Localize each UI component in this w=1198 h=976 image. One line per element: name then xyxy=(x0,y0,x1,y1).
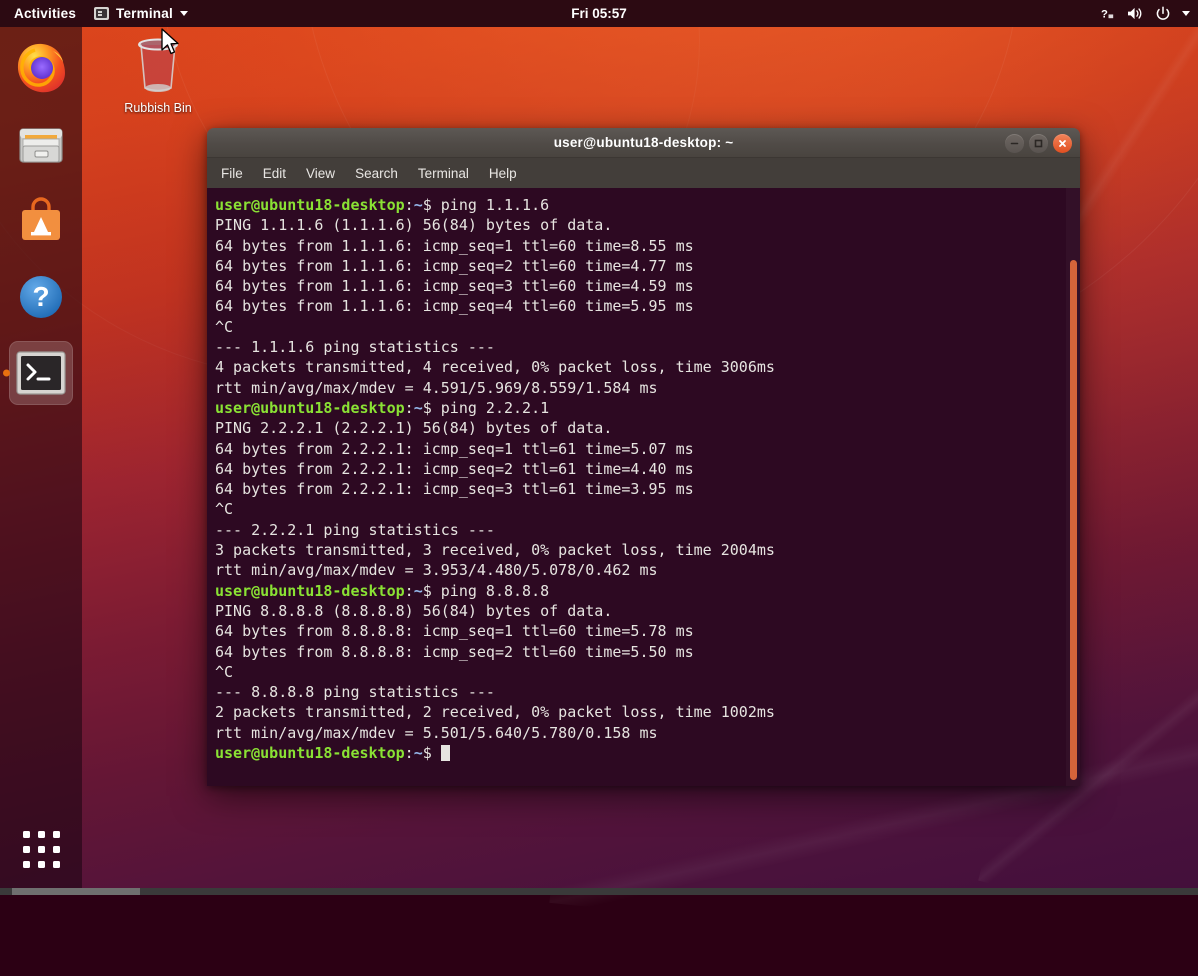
terminal-output-line: 64 bytes from 1.1.1.6: icmp_seq=3 ttl=60… xyxy=(215,276,1080,296)
bottom-strip-seg-2 xyxy=(140,888,1198,895)
terminal-output-line: 2 packets transmitted, 2 received, 0% pa… xyxy=(215,702,1080,722)
power-icon[interactable] xyxy=(1155,6,1171,22)
menu-item-edit[interactable]: Edit xyxy=(263,166,286,181)
terminal-command: ping 1.1.1.6 xyxy=(432,196,549,214)
prompt-sigil: $ xyxy=(423,582,432,600)
prompt-user-host: user@ubuntu18-desktop xyxy=(215,399,405,417)
close-button[interactable] xyxy=(1053,134,1072,153)
terminal-output-line: 64 bytes from 2.2.2.1: icmp_seq=1 ttl=61… xyxy=(215,439,1080,459)
firefox-icon xyxy=(13,41,69,97)
menu-item-view[interactable]: View xyxy=(306,166,335,181)
terminal-output-line: rtt min/avg/max/mdev = 4.591/5.969/8.559… xyxy=(215,378,1080,398)
window-controls xyxy=(1005,128,1072,158)
prompt-sigil: $ xyxy=(423,196,432,214)
terminal-output-line: 64 bytes from 1.1.1.6: icmp_seq=2 ttl=60… xyxy=(215,256,1080,276)
bottom-strip-seg-1 xyxy=(0,888,12,895)
prompt-path: ~ xyxy=(414,582,423,600)
terminal-output-line: 3 packets transmitted, 3 received, 0% pa… xyxy=(215,540,1080,560)
dock-item-ubuntu-software[interactable] xyxy=(9,189,73,253)
terminal-output-line: rtt min/avg/max/mdev = 5.501/5.640/5.780… xyxy=(215,723,1080,743)
desktop-icon-rubbish-bin[interactable]: Rubbish Bin xyxy=(110,30,206,115)
terminal-output-line: PING 8.8.8.8 (8.8.8.8) 56(84) bytes of d… xyxy=(215,601,1080,621)
window-title: user@ubuntu18-desktop: ~ xyxy=(207,135,1080,150)
prompt-user-host: user@ubuntu18-desktop xyxy=(215,196,405,214)
terminal-output-line: --- 8.8.8.8 ping statistics --- xyxy=(215,682,1080,702)
menu-bar: File Edit View Search Terminal Help xyxy=(207,158,1080,188)
prompt-colon: : xyxy=(405,744,414,762)
keyboard-help-icon[interactable]: ? xyxy=(1101,6,1116,21)
terminal-output-line: ^C xyxy=(215,317,1080,337)
window-titlebar[interactable]: user@ubuntu18-desktop: ~ xyxy=(207,128,1080,158)
svg-text:?: ? xyxy=(1101,8,1108,20)
prompt-user-host: user@ubuntu18-desktop xyxy=(215,744,405,762)
dock: ? xyxy=(0,27,82,895)
terminal-output-line: 64 bytes from 2.2.2.1: icmp_seq=3 ttl=61… xyxy=(215,479,1080,499)
prompt-colon: : xyxy=(405,399,414,417)
terminal-output-line: ^C xyxy=(215,662,1080,682)
terminal-body[interactable]: user@ubuntu18-desktop:~$ ping 1.1.1.6PIN… xyxy=(207,188,1080,786)
terminal-output[interactable]: user@ubuntu18-desktop:~$ ping 1.1.1.6PIN… xyxy=(207,188,1080,763)
prompt-path: ~ xyxy=(414,399,423,417)
terminal-output-line: PING 1.1.1.6 (1.1.1.6) 56(84) bytes of d… xyxy=(215,215,1080,235)
bottom-strip xyxy=(0,888,1198,895)
chevron-down-icon[interactable] xyxy=(1182,11,1190,16)
prompt-colon: : xyxy=(405,196,414,214)
prompt-sigil: $ xyxy=(423,399,432,417)
prompt-colon: : xyxy=(405,582,414,600)
volume-icon[interactable] xyxy=(1127,6,1144,21)
terminal-command: ping 8.8.8.8 xyxy=(432,582,549,600)
menu-item-file[interactable]: File xyxy=(221,166,243,181)
terminal-prompt-line: user@ubuntu18-desktop:~$ ping 2.2.2.1 xyxy=(215,398,1080,418)
terminal-output-line: rtt min/avg/max/mdev = 3.953/4.480/5.078… xyxy=(215,560,1080,580)
prompt-path: ~ xyxy=(414,744,423,762)
terminal-output-line: 64 bytes from 8.8.8.8: icmp_seq=2 ttl=60… xyxy=(215,642,1080,662)
terminal-window[interactable]: user@ubuntu18-desktop: ~ File Edit View … xyxy=(207,128,1080,786)
terminal-output-line: PING 2.2.2.1 (2.2.2.1) 56(84) bytes of d… xyxy=(215,418,1080,438)
terminal-output-line: --- 1.1.1.6 ping statistics --- xyxy=(215,337,1080,357)
menu-item-search[interactable]: Search xyxy=(355,166,398,181)
terminal-output-line: 64 bytes from 8.8.8.8: icmp_seq=1 ttl=60… xyxy=(215,621,1080,641)
prompt-user-host: user@ubuntu18-desktop xyxy=(215,582,405,600)
prompt-path: ~ xyxy=(414,196,423,214)
terminal-prompt-line: user@ubuntu18-desktop:~$ ping 1.1.1.6 xyxy=(215,195,1080,215)
dock-item-files[interactable] xyxy=(9,113,73,177)
minimize-button[interactable] xyxy=(1005,134,1024,153)
rubbish-bin-icon xyxy=(128,30,188,98)
menu-item-terminal[interactable]: Terminal xyxy=(418,166,469,181)
dock-item-firefox[interactable] xyxy=(9,37,73,101)
app-grid-icon xyxy=(23,831,60,868)
help-icon: ? xyxy=(15,271,67,323)
files-icon xyxy=(14,118,68,172)
dock-item-terminal[interactable] xyxy=(9,341,73,405)
ubuntu-software-icon xyxy=(14,194,68,248)
menu-item-help[interactable]: Help xyxy=(489,166,517,181)
terminal-scrollbar-thumb[interactable] xyxy=(1070,260,1077,780)
top-bar: Activities Terminal Fri 05:57 ? xyxy=(0,0,1198,27)
terminal-scrollbar-track[interactable] xyxy=(1066,188,1080,786)
terminal-cursor xyxy=(441,745,450,761)
terminal-output-line: 64 bytes from 2.2.2.1: icmp_seq=2 ttl=61… xyxy=(215,459,1080,479)
svg-text:?: ? xyxy=(32,281,49,312)
clock[interactable]: Fri 05:57 xyxy=(0,6,1198,21)
terminal-prompt-line: user@ubuntu18-desktop:~$ xyxy=(215,743,1080,763)
terminal-output-line: 64 bytes from 1.1.1.6: icmp_seq=1 ttl=60… xyxy=(215,236,1080,256)
terminal-output-line: ^C xyxy=(215,499,1080,519)
dock-item-help[interactable]: ? xyxy=(9,265,73,329)
terminal-icon xyxy=(16,351,66,395)
terminal-output-line: --- 2.2.2.1 ping statistics --- xyxy=(215,520,1080,540)
terminal-output-line: 64 bytes from 1.1.1.6: icmp_seq=4 ttl=60… xyxy=(215,296,1080,316)
terminal-command: ping 2.2.2.1 xyxy=(432,399,549,417)
maximize-button[interactable] xyxy=(1029,134,1048,153)
system-tray[interactable]: ? xyxy=(1101,0,1190,27)
prompt-sigil: $ xyxy=(423,744,432,762)
terminal-command xyxy=(432,744,441,762)
terminal-prompt-line: user@ubuntu18-desktop:~$ ping 8.8.8.8 xyxy=(215,581,1080,601)
show-applications-button[interactable] xyxy=(9,817,73,881)
terminal-output-line: 4 packets transmitted, 4 received, 0% pa… xyxy=(215,357,1080,377)
desktop-icon-label: Rubbish Bin xyxy=(124,101,191,115)
